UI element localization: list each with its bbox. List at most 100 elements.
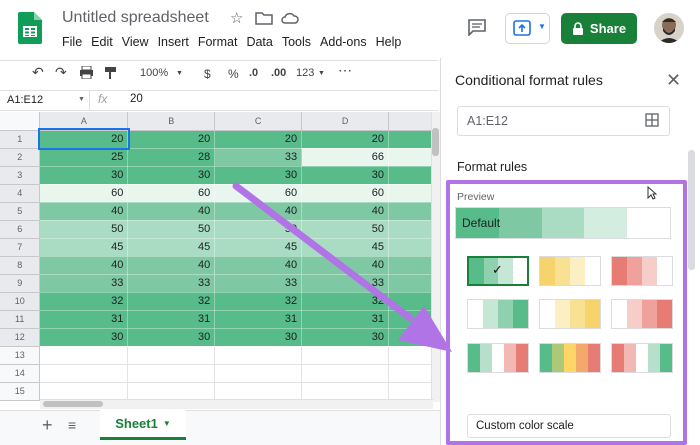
grid-cell[interactable]: 30 [301, 328, 390, 347]
plus-icon[interactable]: + [42, 415, 53, 436]
grid-cell[interactable]: 32 [39, 292, 129, 311]
range-input[interactable]: A1:E12 [457, 106, 670, 136]
grid-cell[interactable] [127, 364, 216, 383]
grid-cell[interactable]: 30 [214, 166, 303, 185]
more-options-icon[interactable]: ⋯ [338, 62, 352, 79]
grid-cell[interactable]: 40 [214, 202, 303, 221]
row-header[interactable]: 2 [0, 148, 41, 167]
menu-edit[interactable]: Edit [91, 35, 113, 51]
grid-cell[interactable] [388, 202, 433, 221]
grid-cell[interactable]: 32 [127, 292, 216, 311]
grid-cell[interactable] [388, 292, 433, 311]
grid-cell[interactable] [301, 364, 390, 383]
row-header[interactable]: 8 [0, 256, 41, 275]
row-header[interactable]: 6 [0, 220, 41, 239]
grid-cell[interactable] [39, 382, 129, 401]
doc-title[interactable]: Untitled spreadsheet [62, 9, 209, 27]
grid-cell[interactable]: 33 [301, 274, 390, 293]
avatar[interactable] [654, 13, 684, 43]
sheets-logo-icon[interactable] [18, 12, 42, 44]
grid-cell[interactable]: 66 [301, 148, 390, 167]
grid-cell[interactable]: 40 [39, 202, 129, 221]
grid-cell[interactable]: 45 [301, 238, 390, 257]
grid-cell[interactable]: 40 [127, 202, 216, 221]
decrease-decimal-button[interactable]: .0 [249, 67, 258, 79]
column-header-e[interactable] [388, 112, 433, 131]
list-icon[interactable]: ≡ [68, 417, 76, 433]
grid-cell[interactable]: 32 [301, 292, 390, 311]
grid-cell[interactable] [388, 364, 433, 383]
spreadsheet-grid[interactable]: A B C D 1 20 20 20 20 2 25 28 33 66 3 30 30 30 30 4 60 60… [0, 112, 433, 402]
panel-scrollbar[interactable] [688, 150, 695, 270]
grid-cell[interactable]: 40 [127, 256, 216, 275]
comment-history-icon[interactable] [467, 18, 487, 36]
undo-icon[interactable]: ↶ [32, 64, 44, 81]
grid-cell[interactable]: 20 [37, 128, 130, 150]
column-header-c[interactable]: C [214, 112, 303, 131]
grid-cell[interactable]: 45 [214, 238, 303, 257]
grid-cell[interactable] [127, 346, 216, 365]
grid-cell[interactable] [388, 220, 433, 239]
row-header[interactable]: 1 [0, 130, 41, 149]
menu-tools[interactable]: Tools [282, 35, 311, 51]
zoom-select[interactable]: 100% [140, 67, 168, 79]
row-header[interactable]: 4 [0, 184, 41, 203]
grid-cell[interactable]: 31 [127, 310, 216, 329]
row-header[interactable]: 7 [0, 238, 41, 257]
grid-cell[interactable]: 33 [39, 274, 129, 293]
grid-cell[interactable] [388, 184, 433, 203]
menu-help[interactable]: Help [376, 35, 402, 51]
grid-cell[interactable] [214, 364, 303, 383]
grid-cell[interactable] [388, 148, 433, 167]
grid-cell[interactable] [388, 166, 433, 185]
column-header-a[interactable]: A [39, 112, 129, 131]
print-icon[interactable] [79, 66, 94, 79]
grid-cell[interactable] [127, 382, 216, 401]
horizontal-scroll-thumb[interactable] [43, 401, 103, 407]
menu-file[interactable]: File [62, 35, 82, 51]
grid-cell[interactable] [388, 328, 433, 347]
grid-cell[interactable] [301, 346, 390, 365]
grid-cell[interactable] [301, 382, 390, 401]
select-range-icon[interactable] [645, 113, 659, 127]
grid-cell[interactable]: 30 [127, 166, 216, 185]
grid-cell[interactable]: 28 [127, 148, 216, 167]
row-header[interactable]: 5 [0, 202, 41, 221]
currency-format-button[interactable]: $ [204, 67, 211, 81]
row-header[interactable]: 14 [0, 364, 41, 383]
grid-cell[interactable] [388, 310, 433, 329]
grid-cell[interactable]: 60 [39, 184, 129, 203]
grid-cell[interactable]: 20 [127, 130, 216, 149]
grid-cell[interactable]: 50 [301, 220, 390, 239]
grid-cell[interactable] [388, 130, 433, 149]
grid-cell[interactable] [388, 382, 433, 401]
grid-cell[interactable]: 31 [39, 310, 129, 329]
grid-cell[interactable] [388, 346, 433, 365]
grid-cell[interactable]: 30 [214, 328, 303, 347]
column-header-d[interactable]: D [301, 112, 390, 131]
close-icon[interactable]: ✕ [666, 70, 681, 91]
grid-cell[interactable]: 40 [39, 256, 129, 275]
menu-format[interactable]: Format [198, 35, 238, 51]
formula-input[interactable]: 20 [130, 93, 143, 105]
sheet-tab[interactable]: Sheet1 ▼ [100, 410, 186, 440]
grid-cell[interactable]: 25 [39, 148, 129, 167]
row-header[interactable]: 15 [0, 382, 41, 401]
grid-cell[interactable]: 33 [214, 274, 303, 293]
grid-cell[interactable] [39, 364, 129, 383]
menu-view[interactable]: View [122, 35, 149, 51]
corner-cell[interactable] [0, 112, 41, 131]
row-header[interactable]: 12 [0, 328, 41, 347]
column-header-b[interactable]: B [127, 112, 216, 131]
grid-cell[interactable]: 60 [214, 184, 303, 203]
grid-cell[interactable]: 20 [301, 130, 390, 149]
redo-icon[interactable]: ↷ [55, 64, 67, 81]
increase-decimal-button[interactable]: .00 [271, 67, 286, 79]
name-box[interactable]: A1:E12 ▼ [0, 91, 90, 110]
share-button[interactable]: Share [561, 13, 637, 44]
grid-cell[interactable]: 31 [214, 310, 303, 329]
grid-cell[interactable]: 60 [127, 184, 216, 203]
more-formats-button[interactable]: 123 [296, 67, 314, 79]
grid-cell[interactable]: 50 [39, 220, 129, 239]
grid-cell[interactable] [214, 382, 303, 401]
